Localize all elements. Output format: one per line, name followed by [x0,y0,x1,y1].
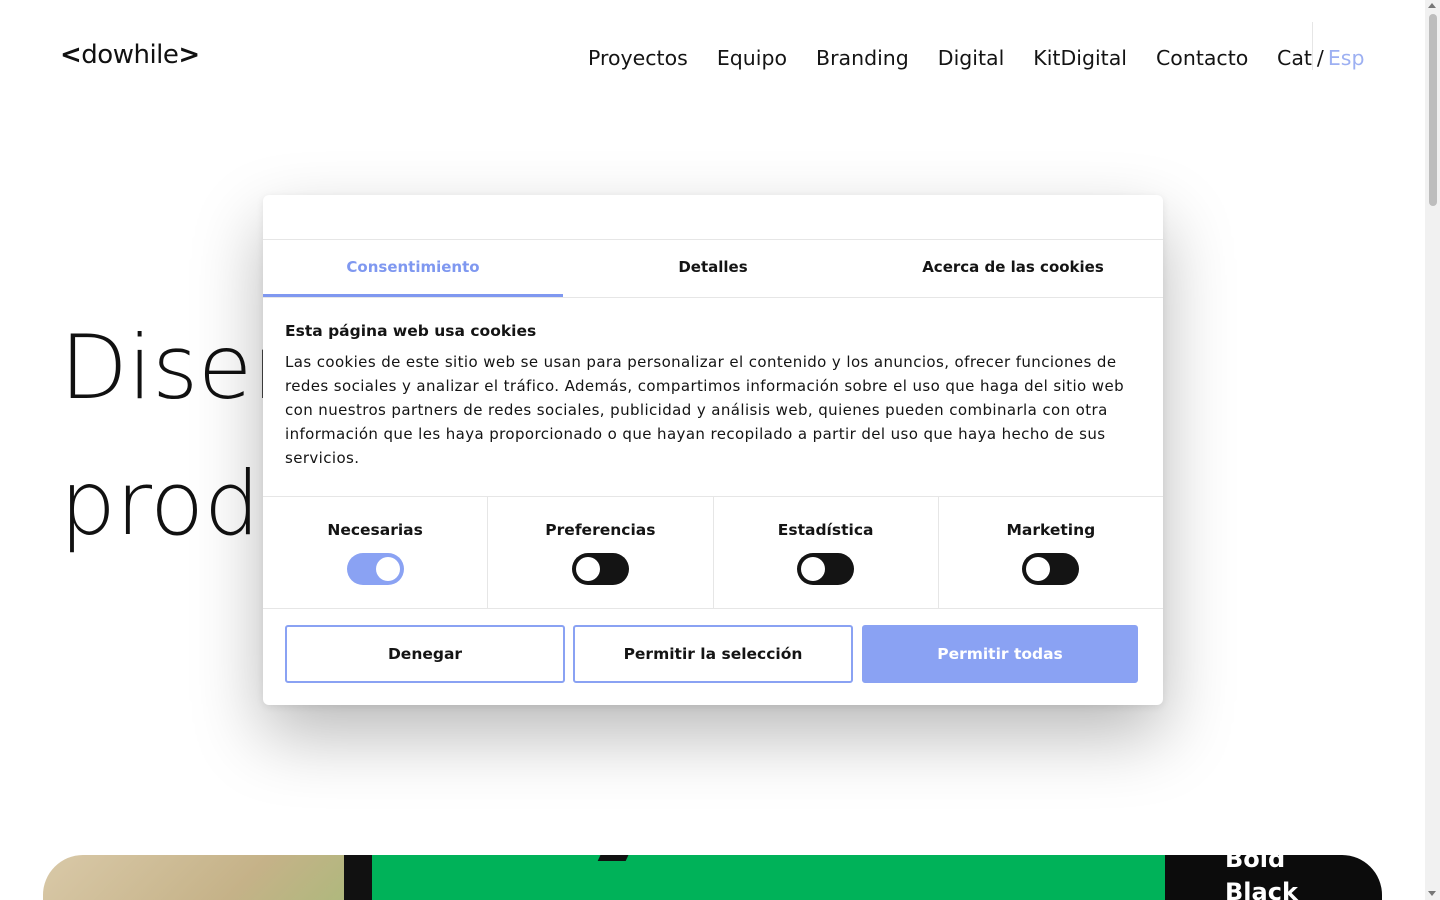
lang-esp[interactable]: Esp [1328,46,1365,70]
dialog-buttons: Denegar Permitir la selección Permitir t… [263,609,1163,699]
category-label-estadistica: Estadística [777,521,874,539]
toggle-marketing[interactable] [1022,553,1080,585]
allow-all-button[interactable]: Permitir todas [862,625,1138,683]
project-black-text-line-1: Bold [1225,855,1286,873]
logo-close-bracket: > [178,40,200,70]
page-scrollbar[interactable] [1425,0,1440,900]
project-black-text-line-2: Black [1225,878,1298,900]
toggle-knob [375,557,400,581]
dialog-title: Esta página web usa cookies [285,322,537,340]
toggle-knob [801,557,826,581]
projects-strip: Bold Black [43,855,1382,900]
tab-acerca-de-las-cookies[interactable]: Acerca de las cookies [863,240,1163,297]
dialog-description: Las cookies de este sitio web se usan pa… [285,353,1125,467]
dialog-body: Esta página web usa cookies Las cookies … [263,298,1163,496]
tab-consentimiento[interactable]: Consentimiento [263,240,563,297]
project-image-black[interactable]: Bold Black [1165,855,1382,900]
category-label-necesarias: Necesarias [327,521,423,539]
language-switcher: Cat / Esp [1277,22,1365,70]
toggle-knob [1026,557,1051,581]
logo[interactable]: <dowhile> [60,40,200,70]
category-label-marketing: Marketing [1006,521,1096,539]
nav-item-contacto[interactable]: Contacto [1156,46,1248,70]
tab-detalles[interactable]: Detalles [563,240,863,297]
scroll-up-arrow-icon[interactable] [1428,3,1436,8]
cookie-categories: Necesarias Preferencias Estadística Mark… [263,496,1163,609]
toggle-preferencias[interactable] [571,553,629,585]
toggle-estadistica[interactable] [797,553,855,585]
project-black-text: Bold Black [1225,855,1298,900]
category-estadistica: Estadística [714,497,939,608]
category-necesarias: Necesarias [263,497,489,608]
dialog-top-bar [263,195,1163,240]
green-mark [597,855,631,861]
nav-item-branding[interactable]: Branding [816,46,909,70]
nav-item-proyectos[interactable]: Proyectos [588,46,688,70]
lang-separator: / [1316,46,1324,70]
project-image-food[interactable] [43,855,344,900]
cookie-consent-dialog: Consentimiento Detalles Acerca de las co… [263,195,1163,705]
project-image-green[interactable] [372,855,1165,900]
logo-open-bracket: < [60,40,82,70]
strip-divider [344,855,372,900]
scroll-down-arrow-icon[interactable] [1428,891,1436,896]
allow-selection-button[interactable]: Permitir la selección [573,625,853,683]
dialog-tabs: Consentimiento Detalles Acerca de las co… [263,240,1163,298]
deny-button[interactable]: Denegar [285,625,565,683]
category-label-preferencias: Preferencias [545,521,656,539]
nav-item-kitdigital[interactable]: KitDigital [1033,46,1127,70]
logo-text: dowhile [81,40,179,70]
lang-cat[interactable]: Cat [1277,22,1313,70]
nav-item-digital[interactable]: Digital [938,46,1005,70]
category-preferencias: Preferencias [488,497,714,608]
nav-item-equipo[interactable]: Equipo [717,46,787,70]
main-nav: Proyectos Equipo Branding Digital KitDig… [588,46,1248,70]
category-marketing: Marketing [939,497,1163,608]
scrollbar-thumb[interactable] [1429,14,1437,206]
toggle-knob [575,557,600,581]
toggle-necesarias[interactable] [346,553,404,585]
